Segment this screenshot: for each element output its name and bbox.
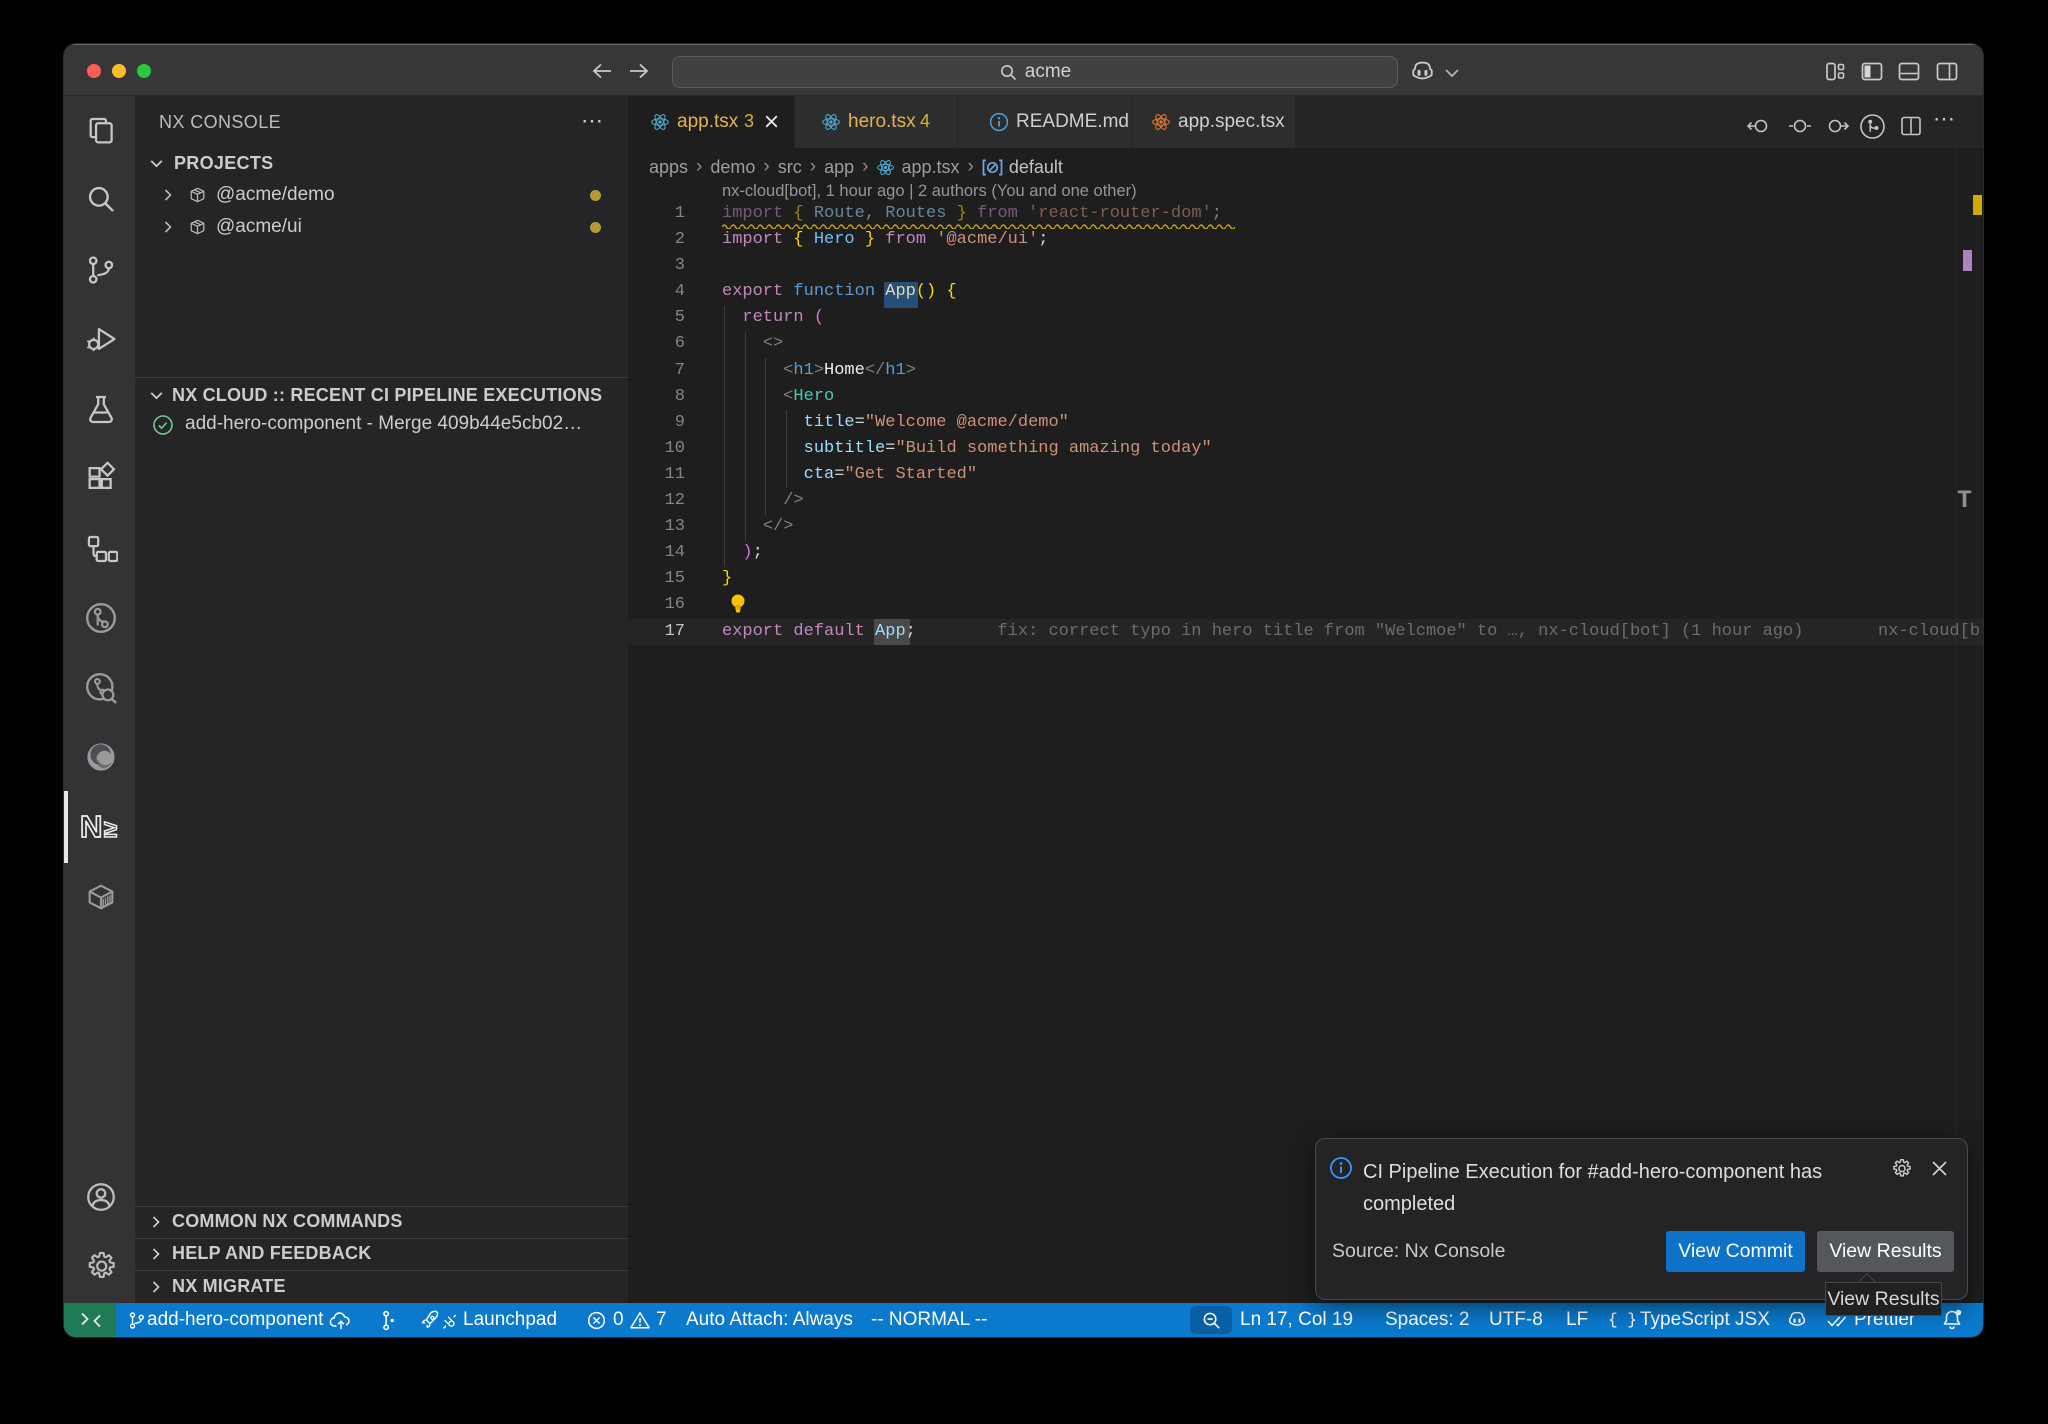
svg-text:N: N: [80, 809, 102, 844]
svg-text:≥: ≥: [104, 816, 117, 843]
